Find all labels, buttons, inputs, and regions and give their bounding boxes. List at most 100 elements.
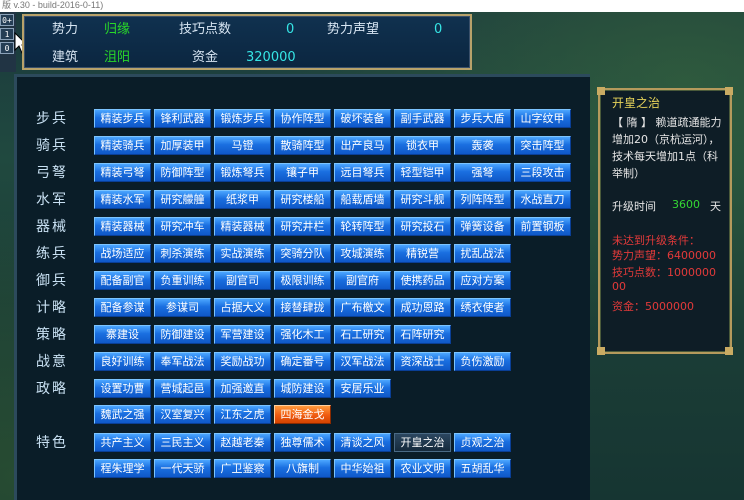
tech-button[interactable]: 步兵大盾 xyxy=(454,109,511,128)
tech-button[interactable]: 负重训练 xyxy=(154,271,211,290)
tech-button[interactable]: 山字纹甲 xyxy=(514,109,571,128)
tech-button[interactable]: 轻型铠甲 xyxy=(394,163,451,182)
tech-button[interactable]: 强弩 xyxy=(454,163,511,182)
tech-button[interactable]: 程朱理学 xyxy=(94,459,151,478)
tech-button[interactable]: 锻炼步兵 xyxy=(214,109,271,128)
tech-button[interactable]: 实战演练 xyxy=(214,244,271,263)
tech-button[interactable]: 广卫鉴察 xyxy=(214,459,271,478)
tech-button[interactable]: 安居乐业 xyxy=(334,379,391,398)
tech-button[interactable]: 精装骑兵 xyxy=(94,136,151,155)
tech-button[interactable]: 使携药品 xyxy=(394,271,451,290)
tech-button[interactable]: 设置功曹 xyxy=(94,379,151,398)
tech-button[interactable]: 奉军战法 xyxy=(154,352,211,371)
mini-tag-3[interactable]: 0 xyxy=(0,42,14,54)
tech-button[interactable]: 加厚装甲 xyxy=(154,136,211,155)
tech-button[interactable]: 研究投石 xyxy=(394,217,451,236)
tech-button[interactable]: 确定番号 xyxy=(274,352,331,371)
tech-button[interactable]: 赵越老秦 xyxy=(214,433,271,452)
tech-button[interactable]: 绣衣使者 xyxy=(454,298,511,317)
tech-button[interactable]: 列阵阵型 xyxy=(454,190,511,209)
tech-button[interactable]: 散骑阵型 xyxy=(274,136,331,155)
tech-button[interactable]: 极限训练 xyxy=(274,271,331,290)
tech-button[interactable]: 良好训练 xyxy=(94,352,151,371)
tech-button[interactable]: 精装水军 xyxy=(94,190,151,209)
tech-button[interactable]: 防御阵型 xyxy=(154,163,211,182)
tech-button[interactable]: 营城起邑 xyxy=(154,379,211,398)
tech-button[interactable]: 战场适应 xyxy=(94,244,151,263)
tech-button[interactable]: 突击阵型 xyxy=(514,136,571,155)
tech-button[interactable]: 八旗制 xyxy=(274,459,331,478)
tech-button[interactable]: 配备副官 xyxy=(94,271,151,290)
tech-button[interactable]: 破坏装备 xyxy=(334,109,391,128)
tech-button[interactable]: 研究楼船 xyxy=(274,190,331,209)
tech-button[interactable]: 成功恩路 xyxy=(394,298,451,317)
tech-button[interactable]: 贞观之治 xyxy=(454,433,511,452)
tech-button[interactable]: 负伤激励 xyxy=(454,352,511,371)
tech-button[interactable]: 一代天骄 xyxy=(154,459,211,478)
tech-button[interactable]: 汉室复兴 xyxy=(154,405,211,424)
tech-button[interactable]: 远目弩兵 xyxy=(334,163,391,182)
tech-button[interactable]: 纸浆甲 xyxy=(214,190,271,209)
tech-button[interactable]: 刺杀演练 xyxy=(154,244,211,263)
tech-button[interactable]: 四海金戈 xyxy=(274,405,331,424)
tech-button[interactable]: 协作阵型 xyxy=(274,109,331,128)
tech-button[interactable]: 资深战士 xyxy=(394,352,451,371)
tech-button[interactable]: 三民主义 xyxy=(154,433,211,452)
tech-button[interactable]: 魏武之强 xyxy=(94,405,151,424)
tech-button[interactable]: 攻城演练 xyxy=(334,244,391,263)
tech-button[interactable]: 研究斗舰 xyxy=(394,190,451,209)
tech-button[interactable]: 接替肆拢 xyxy=(274,298,331,317)
tech-button[interactable]: 马镫 xyxy=(214,136,271,155)
tech-button[interactable]: 突骑分队 xyxy=(274,244,331,263)
tech-button[interactable]: 广布檄文 xyxy=(334,298,391,317)
tech-button[interactable]: 清谈之风 xyxy=(334,433,391,452)
tech-button[interactable]: 城防建设 xyxy=(274,379,331,398)
tech-button[interactable]: 精装步兵 xyxy=(94,109,151,128)
tech-button[interactable]: 农业文明 xyxy=(394,459,451,478)
tech-button[interactable]: 石工研究 xyxy=(334,325,391,344)
tech-button[interactable]: 五胡乱华 xyxy=(454,459,511,478)
tech-button[interactable]: 轮转阵型 xyxy=(334,217,391,236)
tech-button[interactable]: 加强邀直 xyxy=(214,379,271,398)
tech-button[interactable]: 汉军战法 xyxy=(334,352,391,371)
tech-button[interactable]: 江东之虎 xyxy=(214,405,271,424)
tech-button[interactable]: 副手武器 xyxy=(394,109,451,128)
tech-button[interactable]: 弹簧设备 xyxy=(454,217,511,236)
tech-button[interactable]: 锁衣甲 xyxy=(394,136,451,155)
tech-button[interactable]: 军营建设 xyxy=(214,325,271,344)
tech-button[interactable]: 研究冲车 xyxy=(154,217,211,236)
tech-button[interactable]: 奖励战功 xyxy=(214,352,271,371)
tech-button[interactable]: 扰乱战法 xyxy=(454,244,511,263)
tech-button[interactable]: 寨建设 xyxy=(94,325,151,344)
tech-button[interactable]: 研究井栏 xyxy=(274,217,331,236)
tech-button[interactable]: 石阵研究 xyxy=(394,325,451,344)
tech-button[interactable]: 精装器械 xyxy=(214,217,271,236)
tech-button[interactable]: 精锐营 xyxy=(394,244,451,263)
tech-button[interactable]: 占据大义 xyxy=(214,298,271,317)
tech-button[interactable]: 独尊儒术 xyxy=(274,433,331,452)
tech-button[interactable]: 开皇之治 xyxy=(394,433,451,452)
tech-button[interactable]: 中华始祖 xyxy=(334,459,391,478)
tech-button[interactable]: 锋利武器 xyxy=(154,109,211,128)
tech-button[interactable]: 副官司 xyxy=(214,271,271,290)
tech-button[interactable]: 参谋司 xyxy=(154,298,211,317)
tech-button[interactable]: 锻炼弩兵 xyxy=(214,163,271,182)
tech-button[interactable]: 强化木工 xyxy=(274,325,331,344)
tech-button[interactable]: 配备参谋 xyxy=(94,298,151,317)
tech-button[interactable]: 前置钢板 xyxy=(514,217,571,236)
tech-button[interactable]: 三段攻击 xyxy=(514,163,571,182)
tech-button[interactable]: 副官府 xyxy=(334,271,391,290)
tech-button[interactable]: 精装弓弩 xyxy=(94,163,151,182)
tech-button[interactable]: 防御建设 xyxy=(154,325,211,344)
mini-tag-2[interactable]: 1 xyxy=(0,28,14,40)
tech-button[interactable]: 出产良马 xyxy=(334,136,391,155)
tech-button[interactable]: 应对方案 xyxy=(454,271,511,290)
tech-button[interactable]: 共产主义 xyxy=(94,433,151,452)
mini-tag-1[interactable]: 0+ xyxy=(0,14,14,26)
tech-button[interactable]: 船载盾墙 xyxy=(334,190,391,209)
tech-button[interactable]: 镶子甲 xyxy=(274,163,331,182)
tech-button[interactable]: 精装器械 xyxy=(94,217,151,236)
tech-button[interactable]: 研究艨艟 xyxy=(154,190,211,209)
tech-button[interactable]: 水战直刀 xyxy=(514,190,571,209)
tech-button[interactable]: 轰袭 xyxy=(454,136,511,155)
